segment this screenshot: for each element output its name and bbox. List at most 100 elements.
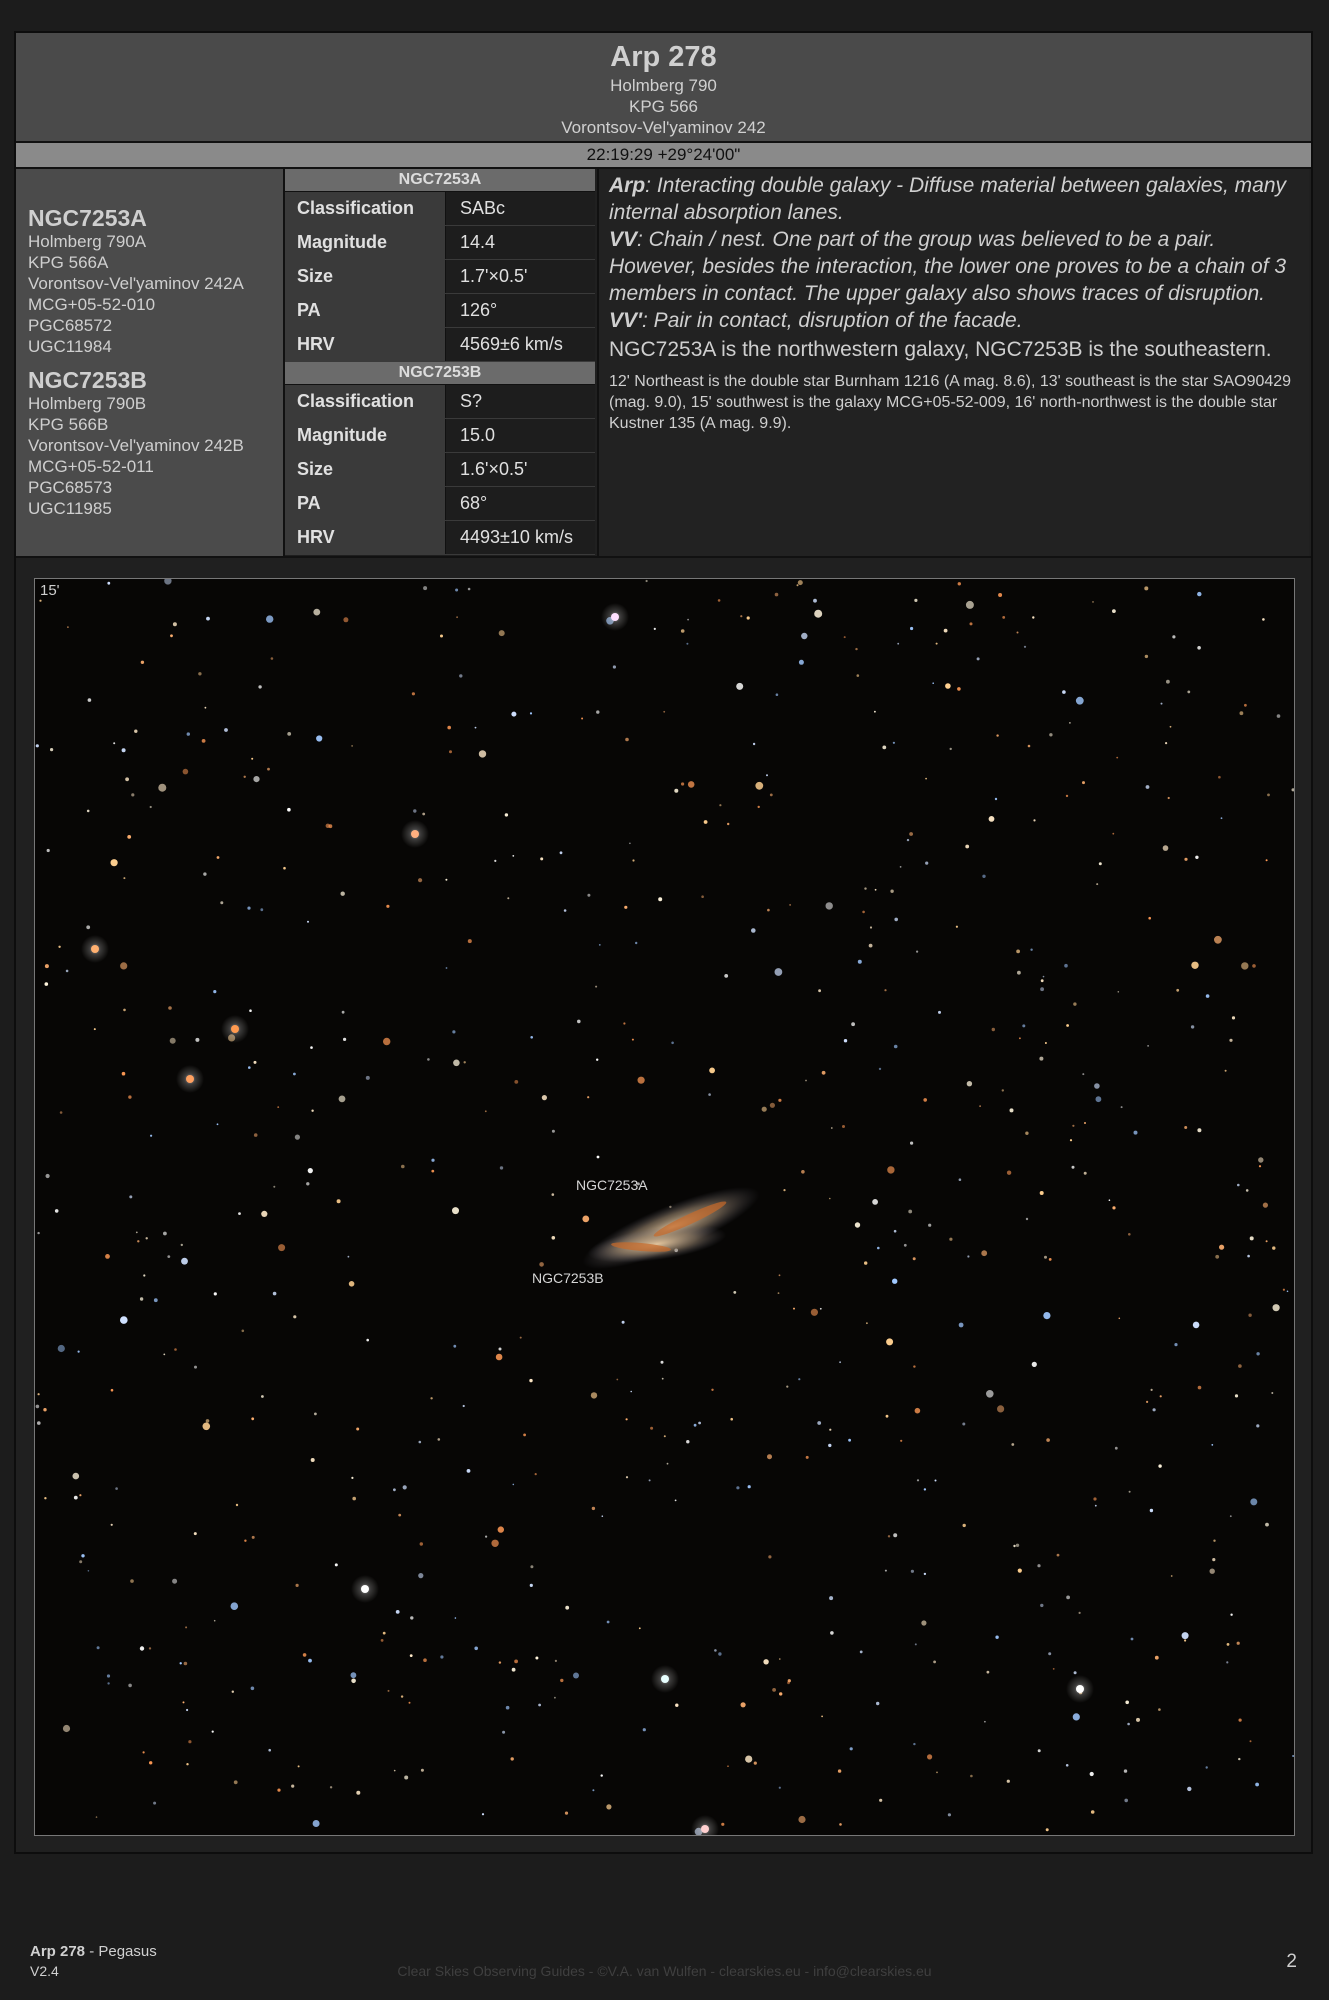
star	[164, 579, 172, 585]
star	[675, 1703, 679, 1707]
star	[798, 1815, 806, 1824]
star	[821, 1715, 823, 1718]
star	[801, 1170, 805, 1174]
star	[203, 872, 207, 876]
star	[163, 1353, 166, 1356]
star	[637, 1076, 645, 1084]
star	[365, 1075, 370, 1080]
star	[916, 1479, 920, 1482]
star	[224, 728, 228, 732]
footer-credit: Clear Skies Observing Guides - ©V.A. van…	[397, 1963, 932, 1979]
star	[629, 842, 631, 845]
star	[864, 1261, 868, 1265]
star	[121, 748, 126, 753]
row-value: S?	[446, 385, 595, 418]
table-row: Size 1.6'×0.5'	[285, 453, 595, 487]
vv-text: : Chain / nest. One part of the group wa…	[609, 228, 1287, 305]
star	[498, 630, 505, 637]
star	[121, 1071, 126, 1076]
star	[277, 1106, 280, 1108]
star	[1187, 1786, 1192, 1792]
star	[1231, 1016, 1236, 1020]
star	[123, 1008, 126, 1012]
star	[1167, 796, 1170, 800]
star	[755, 781, 764, 790]
vv2-text: : Pair in contact, disruption of the fac…	[642, 309, 1023, 332]
star	[413, 809, 417, 813]
star	[638, 1627, 641, 1630]
star	[463, 1061, 466, 1064]
star	[893, 1044, 898, 1049]
galaxy-b-alias: PGC68573	[28, 478, 113, 497]
star	[431, 1158, 435, 1162]
row-value: 1.6'×0.5'	[446, 453, 595, 486]
star	[671, 1041, 674, 1045]
star	[1093, 1497, 1097, 1501]
star	[505, 1705, 510, 1710]
star	[862, 910, 865, 914]
vv2-label: VV'	[609, 309, 643, 332]
star	[908, 1209, 913, 1214]
star	[884, 1569, 887, 1572]
star	[796, 584, 799, 587]
star	[616, 1378, 619, 1381]
star	[307, 920, 309, 923]
star	[1073, 1671, 1077, 1675]
star	[624, 905, 628, 909]
star	[313, 608, 321, 616]
star	[312, 1820, 320, 1827]
star	[1209, 1568, 1215, 1574]
star	[248, 1066, 251, 1069]
star	[601, 1515, 604, 1517]
star	[642, 1728, 646, 1732]
star	[878, 1067, 882, 1071]
star	[167, 1255, 171, 1258]
star	[595, 985, 598, 988]
star	[395, 1610, 400, 1614]
star	[936, 1771, 938, 1774]
page-number: 2	[1286, 1951, 1297, 1972]
star	[1124, 1798, 1128, 1803]
row-key: PA	[285, 294, 446, 327]
star	[1224, 1069, 1227, 1072]
star	[491, 1539, 499, 1547]
star	[380, 1639, 384, 1642]
star	[1120, 1106, 1123, 1109]
star	[1043, 1312, 1051, 1320]
star	[1031, 1361, 1037, 1367]
star	[724, 974, 729, 978]
star	[1158, 1708, 1161, 1711]
star	[747, 1485, 751, 1489]
star	[1184, 1639, 1187, 1642]
star	[897, 642, 900, 645]
star	[504, 813, 509, 817]
star	[135, 1231, 138, 1234]
star	[910, 1141, 914, 1145]
star	[230, 1602, 239, 1610]
row-value: SABc	[446, 192, 595, 225]
star	[1095, 1096, 1102, 1103]
row-value: 1.7'×0.5'	[446, 260, 595, 293]
star	[928, 1223, 932, 1227]
star	[1148, 916, 1151, 920]
star	[721, 1822, 725, 1826]
star	[769, 1102, 776, 1108]
star	[805, 1079, 807, 1082]
galaxy-b-name: NGC7253B	[28, 367, 147, 393]
star	[1069, 1139, 1073, 1142]
orientation-text: NGC7253A is the northwestern galaxy, NGC…	[609, 338, 1272, 361]
star	[462, 1404, 465, 1408]
star	[459, 674, 463, 678]
star	[1037, 1564, 1041, 1568]
star	[233, 1780, 238, 1785]
star	[44, 964, 49, 969]
star	[198, 672, 202, 676]
star	[343, 1037, 347, 1041]
bright-star	[186, 1075, 194, 1083]
star	[829, 1428, 832, 1431]
star	[787, 1681, 790, 1685]
star	[859, 1650, 863, 1654]
star	[1066, 1024, 1069, 1027]
star	[201, 739, 206, 743]
star	[819, 1307, 822, 1310]
